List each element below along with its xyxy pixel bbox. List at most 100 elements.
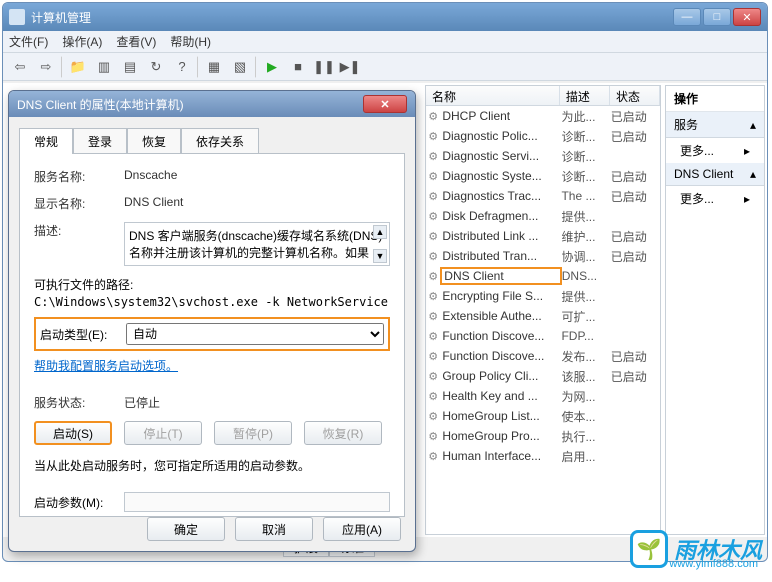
actions-section-services[interactable]: 服务 ▴ [666,112,764,138]
ok-button[interactable]: 确定 [147,517,225,541]
service-name: DNS Client [440,267,561,285]
titlebar[interactable]: 计算机管理 — □ ✕ [3,3,767,31]
label-start-params: 启动参数(M): [34,494,124,511]
tab-general[interactable]: 常规 [19,128,73,154]
service-row[interactable]: ⚙Function Discove...发布...已启动 [426,346,660,366]
service-row[interactable]: ⚙Human Interface...启用... [426,446,660,466]
service-name: Distributed Link ... [440,229,561,243]
gear-icon: ⚙ [426,310,440,323]
service-desc: 维护... [561,228,610,245]
services-list[interactable]: ⚙DHCP Client为此...已启动⚙Diagnostic Polic...… [426,106,660,466]
service-row[interactable]: ⚙Disk Defragmen...提供... [426,206,660,226]
list-icon[interactable]: ▧ [229,56,251,78]
service-row[interactable]: ⚙Extensible Authe...可扩... [426,306,660,326]
dialog-titlebar[interactable]: DNS Client 的属性(本地计算机) ✕ [9,91,415,117]
service-name: Extensible Authe... [440,309,561,323]
service-row[interactable]: ⚙Diagnostic Polic...诊断...已启动 [426,126,660,146]
service-row[interactable]: ⚙Group Policy Cli...该服...已启动 [426,366,660,386]
tab-dependencies[interactable]: 依存关系 [181,128,259,154]
service-status: 已启动 [611,188,660,205]
service-desc: 提供... [561,208,610,225]
dialog-title: DNS Client 的属性(本地计算机) [17,96,363,113]
gear-icon: ⚙ [426,270,440,283]
service-desc: 发布... [561,348,610,365]
service-row[interactable]: ⚙Diagnostic Syste...诊断...已启动 [426,166,660,186]
gear-icon: ⚙ [426,150,440,163]
service-row[interactable]: ⚙HomeGroup Pro...执行... [426,426,660,446]
service-row[interactable]: ⚙Diagnostic Servi...诊断... [426,146,660,166]
stop-icon[interactable]: ■ [287,56,309,78]
start-params-input[interactable] [124,492,390,512]
service-desc: DNS... [562,269,611,283]
gear-icon: ⚙ [426,390,440,403]
service-row[interactable]: ⚙Distributed Link ...维护...已启动 [426,226,660,246]
apply-button[interactable]: 应用(A) [323,517,401,541]
service-row[interactable]: ⚙Distributed Tran...协调...已启动 [426,246,660,266]
scroll-up-button[interactable]: ▲ [373,225,387,239]
actions-section-current[interactable]: DNS Client ▴ [666,163,764,186]
gear-icon: ⚙ [426,230,440,243]
service-status: 已启动 [611,248,660,265]
start-button[interactable]: 启动(S) [34,421,112,445]
close-button[interactable]: ✕ [733,8,761,26]
refresh-icon[interactable]: ↻ [145,56,167,78]
grid-icon[interactable]: ▦ [203,56,225,78]
service-row[interactable]: ⚙DHCP Client为此...已启动 [426,106,660,126]
stop-button: 停止(T) [124,421,202,445]
arrow-right-icon: ▸ [744,144,750,158]
service-row[interactable]: ⚙Diagnostics Trac...The ...已启动 [426,186,660,206]
actions-more-2[interactable]: 更多... ▸ [666,186,764,211]
properties-icon[interactable]: ▥ [93,56,115,78]
restart-icon[interactable]: ▶❚ [339,56,361,78]
tab-recovery[interactable]: 恢复 [127,128,181,154]
chevron-up-icon: ▴ [750,167,756,181]
arrow-right-icon: ▸ [744,192,750,206]
service-row[interactable]: ⚙DNS ClientDNS... [426,266,660,286]
startup-type-select[interactable]: 自动 [126,323,384,345]
col-status[interactable]: 状态 [610,86,660,105]
service-row[interactable]: ⚙Health Key and ...为网... [426,386,660,406]
gear-icon: ⚙ [426,410,440,423]
scroll-down-button[interactable]: ▼ [373,249,387,263]
dialog-close-button[interactable]: ✕ [363,95,407,113]
service-desc: 启用... [561,448,610,465]
pause-icon[interactable]: ❚❚ [313,56,335,78]
service-row[interactable]: ⚙Function Discove...FDP... [426,326,660,346]
description-box[interactable]: DNS 客户端服务(dnscache)缓存域名系统(DNS)名称并注册该计算机的… [124,222,390,266]
menu-action[interactable]: 操作(A) [62,33,102,50]
menu-view[interactable]: 查看(V) [116,33,156,50]
maximize-button[interactable]: □ [703,8,731,26]
service-desc: 可扩... [561,308,610,325]
menu-file[interactable]: 文件(F) [9,33,48,50]
startup-type-row: 启动类型(E): 自动 [34,317,390,351]
actions-more-1[interactable]: 更多... ▸ [666,138,764,163]
gear-icon: ⚙ [426,130,440,143]
gear-icon: ⚙ [426,350,440,363]
forward-button[interactable]: ⇨ [35,56,57,78]
menu-help[interactable]: 帮助(H) [170,33,211,50]
service-desc: FDP... [561,329,610,343]
tab-logon[interactable]: 登录 [73,128,127,154]
help-icon[interactable]: ? [171,56,193,78]
help-link[interactable]: 帮助我配置服务启动选项。 [34,359,178,373]
export-icon[interactable]: ▤ [119,56,141,78]
service-desc: 为此... [561,108,610,125]
actions-title: 操作 [666,86,764,112]
service-name: Group Policy Cli... [440,369,561,383]
cancel-button[interactable]: 取消 [235,517,313,541]
service-status: 已启动 [611,168,660,185]
minimize-button[interactable]: — [673,8,701,26]
service-name: Health Key and ... [440,389,561,403]
service-name: Distributed Tran... [440,249,561,263]
service-desc: 诊断... [561,168,610,185]
service-name: HomeGroup Pro... [440,429,561,443]
col-desc[interactable]: 描述 [560,86,610,105]
col-name[interactable]: 名称 [426,86,560,105]
play-icon[interactable]: ▶ [261,56,283,78]
service-row[interactable]: ⚙HomeGroup List...使本... [426,406,660,426]
services-list-pane: 名称 描述 状态 ⚙DHCP Client为此...已启动⚙Diagnostic… [425,85,661,535]
gear-icon: ⚙ [426,190,440,203]
service-row[interactable]: ⚙Encrypting File S...提供... [426,286,660,306]
folder-icon[interactable]: 📁 [67,56,89,78]
back-button[interactable]: ⇦ [9,56,31,78]
